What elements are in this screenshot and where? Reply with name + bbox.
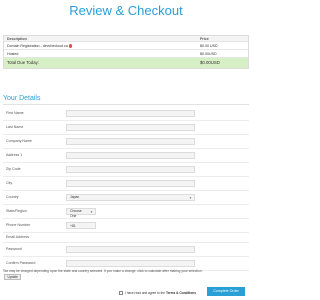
order-summary-table: Description Price Domain Registration - … [3, 35, 249, 69]
table-row: Hosted $0.00USD [4, 50, 248, 58]
total-label: Total Due Today: [7, 60, 39, 65]
last-name-row: Last Name [3, 121, 249, 135]
last-name-input[interactable] [66, 124, 195, 131]
item-description: Hosted [7, 52, 19, 56]
terms-link[interactable]: Terms & Conditions [166, 291, 196, 295]
state-row: State/Region Choose One ▼ [3, 205, 249, 219]
terms-text: I have read and agree to the [124, 291, 166, 295]
password-label: Password [6, 247, 22, 251]
country-label: Country [6, 195, 19, 199]
password-row: Password [3, 243, 249, 257]
item-price: $0.00 USD [200, 44, 218, 48]
terms-agreement: I have read and agree to the Terms & Con… [119, 291, 196, 295]
company-name-row: Company Name [3, 135, 249, 149]
state-label: State/Region [6, 209, 27, 213]
address-input[interactable] [66, 152, 195, 159]
company-name-input[interactable] [66, 138, 195, 145]
city-row: City [3, 177, 249, 191]
city-label: City [6, 181, 13, 185]
city-input[interactable] [66, 180, 195, 187]
chevron-down-icon: ▼ [189, 196, 192, 200]
confirm-password-label: Confirm Password [6, 261, 36, 265]
phone-input[interactable] [66, 222, 96, 229]
address-row: Address 1 [3, 149, 249, 163]
email-row: Email Address [3, 233, 249, 243]
phone-row: Phone Number [3, 219, 249, 233]
password-input[interactable] [66, 246, 195, 253]
first-name-input[interactable] [66, 110, 195, 117]
confirm-password-input[interactable] [66, 260, 195, 267]
tax-note-text: Tax may be charged depending upon the st… [3, 269, 203, 273]
country-value: Japan [70, 195, 80, 199]
chevron-down-icon: ▼ [90, 210, 93, 214]
complete-order-button[interactable]: Complete Order [207, 287, 245, 296]
first-name-label: First Name [6, 111, 24, 115]
details-title: Your Details [3, 95, 41, 102]
tax-note: Tax may be charged depending upon the st… [3, 269, 203, 280]
remove-icon[interactable] [69, 44, 73, 48]
country-row: Country Japan ▼ [3, 191, 249, 205]
country-select[interactable]: Japan ▼ [66, 194, 195, 201]
phone-label: Phone Number [6, 223, 31, 227]
address-label: Address 1 [6, 153, 23, 157]
page-title: Review & Checkout [69, 3, 183, 18]
item-description: Domain Registration - devcheckout.ca [7, 42, 73, 50]
divider [3, 104, 249, 105]
state-value: Choose One [70, 209, 82, 218]
table-row: Domain Registration - devcheckout.ca $0.… [4, 42, 248, 50]
details-form: First Name Last Name Company Name Addres… [3, 107, 249, 271]
company-name-label: Company Name [6, 139, 32, 143]
last-name-label: Last Name [6, 125, 24, 129]
terms-checkbox[interactable] [119, 291, 123, 295]
update-button[interactable]: Update [4, 273, 22, 280]
total-value: $0.00USD [200, 60, 220, 65]
zip-code-label: Zip Code [6, 167, 21, 171]
item-price: $0.00USD [200, 52, 217, 56]
email-label: Email Address [6, 235, 29, 239]
state-select[interactable]: Choose One ▼ [66, 208, 96, 218]
zip-code-row: Zip Code [3, 163, 249, 177]
zip-code-input[interactable] [66, 166, 195, 173]
total-row: Total Due Today: $0.00USD [4, 58, 248, 68]
first-name-row: First Name [3, 107, 249, 121]
